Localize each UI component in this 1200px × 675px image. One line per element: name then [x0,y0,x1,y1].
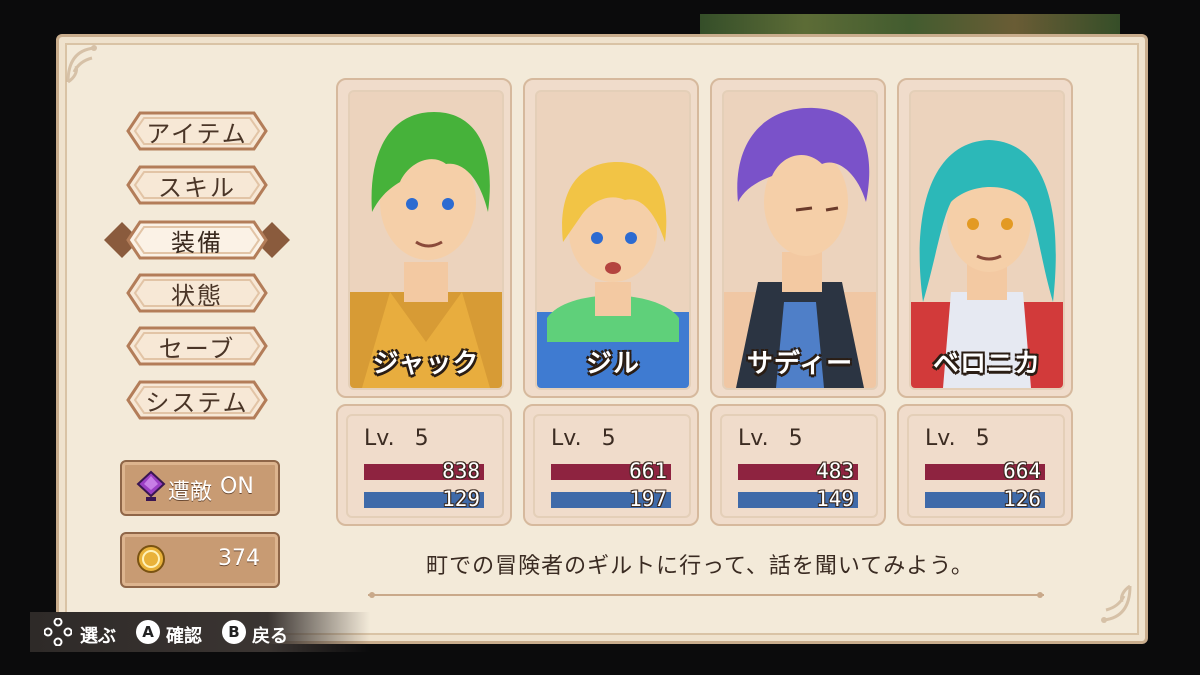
level-display: Lv. 5 [925,426,990,451]
portrait-frame: サディー [722,90,878,390]
level-display: Lv. 5 [738,426,803,451]
level-value: 5 [414,426,429,451]
stats-frame: Lv. 5 483 149 [720,414,878,518]
encounter-label: 遭敵 [168,480,213,505]
hp-bar: 661 [551,459,671,483]
encounter-toggle[interactable]: 遭敵 ON [120,460,280,516]
menu-item-status[interactable]: 状態 [126,273,268,313]
character-card-jill[interactable]: ジル [523,78,699,398]
mp-value: 126 [1003,487,1041,511]
character-card-sadie[interactable]: サディー [710,78,886,398]
menu-item-label: 状態 [171,281,223,310]
mp-value: 149 [816,487,854,511]
character-stats-veronica: Lv. 5 664 126 [897,404,1073,526]
menu-item-label: システム [145,388,249,417]
corner-ornament [1101,584,1132,623]
hint-message: 町での冒険者のギルトに行って、話を聞いてみよう。 [426,554,974,579]
message-divider [368,592,1044,598]
character-card-veronica[interactable]: ベロニカ [897,78,1073,398]
level-value: 5 [975,426,990,451]
background-field [700,14,1120,36]
gold-value: 374 [218,546,260,571]
hp-value: 661 [629,459,667,483]
character-name: ジル [585,349,640,379]
mp-bar: 129 [364,487,484,511]
stats-frame: Lv. 5 661 197 [533,414,691,518]
level-label: Lv. [551,426,582,451]
menu-item-label: スキル [158,173,236,202]
stats-frame: Lv. 5 664 126 [907,414,1065,518]
level-display: Lv. 5 [551,426,616,451]
corner-ornament [66,45,97,84]
character-card-jack[interactable]: ジャック [336,78,512,398]
coin-icon [137,545,165,573]
menu-item-equipment[interactable]: 装備 [102,214,292,266]
hp-bar: 664 [925,459,1045,483]
portrait-frame: ジル [535,90,691,390]
level-value: 5 [788,426,803,451]
menu-item-label: セーブ [158,334,236,363]
character-name: サディー [746,349,854,379]
character-stats-jack: Lv. 5 838 129 [336,404,512,526]
character-stats-jill: Lv. 5 661 197 [523,404,699,526]
menu-item-skill[interactable]: スキル [126,165,268,205]
menu-item-item[interactable]: アイテム [126,111,268,151]
character-name: ジャック [372,349,480,379]
mp-value: 129 [442,487,480,511]
hp-value: 664 [1003,459,1041,483]
b-button-icon: B [222,620,246,644]
dpad-label: 選ぶ [80,626,116,647]
level-label: Lv. [364,426,395,451]
menu-item-save[interactable]: セーブ [126,326,268,366]
level-value: 5 [601,426,616,451]
dpad-icon [44,618,72,646]
character-name: ベロニカ [932,349,1041,379]
hp-bar: 838 [364,459,484,483]
gold-display: 374 [120,532,280,588]
mp-value: 197 [629,487,667,511]
hp-bar: 483 [738,459,858,483]
portrait-frame: ベロニカ [909,90,1065,390]
gem-icon [136,470,166,501]
hp-value: 838 [442,459,480,483]
level-label: Lv. [925,426,956,451]
menu-item-label: アイテム [146,119,248,148]
b-button-label: 戻る [252,626,288,647]
mp-bar: 126 [925,487,1045,511]
a-button-icon: A [136,620,160,644]
portrait-frame: ジャック [348,90,504,390]
mp-bar: 149 [738,487,858,511]
character-stats-sadie: Lv. 5 483 149 [710,404,886,526]
mp-bar: 197 [551,487,671,511]
a-button-label: 確認 [166,626,202,647]
menu-item-system[interactable]: システム [126,380,268,420]
level-display: Lv. 5 [364,426,429,451]
level-label: Lv. [738,426,769,451]
encounter-state: ON [220,474,254,499]
hp-value: 483 [816,459,854,483]
stats-frame: Lv. 5 838 129 [346,414,504,518]
menu-item-label: 装備 [171,228,223,257]
